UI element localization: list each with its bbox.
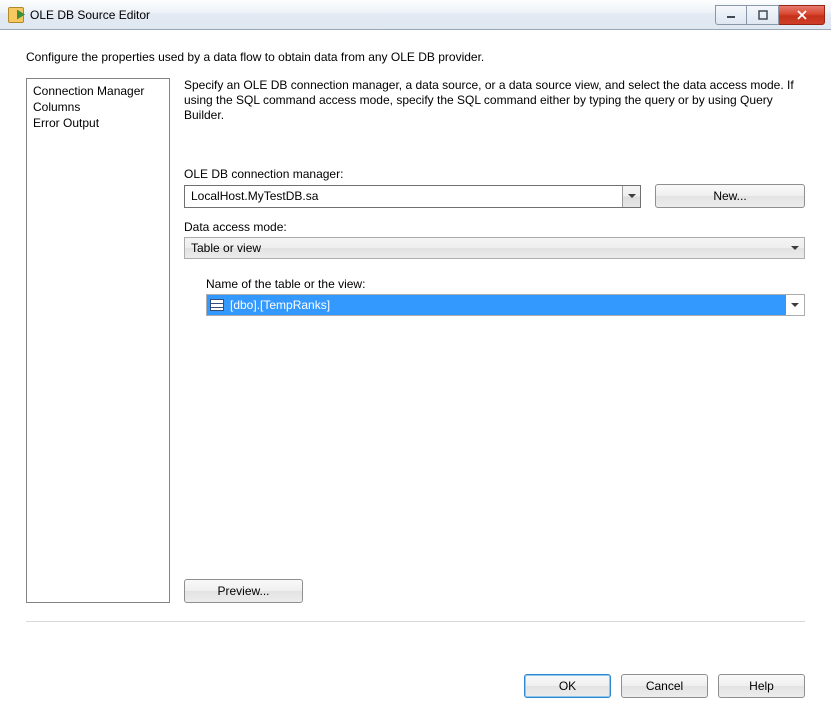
chevron-down-icon[interactable] <box>786 295 804 315</box>
titlebar[interactable]: OLE DB Source Editor <box>0 0 831 30</box>
nav-item-columns[interactable]: Columns <box>33 99 163 115</box>
table-icon <box>210 299 224 311</box>
new-connection-button[interactable]: New... <box>655 184 805 208</box>
window-title: OLE DB Source Editor <box>30 8 715 22</box>
help-button[interactable]: Help <box>718 674 805 698</box>
data-access-mode-dropdown[interactable]: Table or view <box>184 237 805 259</box>
chevron-down-icon[interactable] <box>622 186 640 207</box>
ok-button[interactable]: OK <box>524 674 611 698</box>
app-icon <box>8 7 24 23</box>
nav-item-error-output[interactable]: Error Output <box>33 115 163 131</box>
cancel-button[interactable]: Cancel <box>621 674 708 698</box>
table-name-dropdown[interactable]: [dbo].[TempRanks] <box>206 294 805 316</box>
table-name-value: [dbo].[TempRanks] <box>230 298 330 312</box>
data-access-mode-value: Table or view <box>185 238 786 258</box>
window-controls <box>715 5 825 25</box>
chevron-down-icon[interactable] <box>786 238 804 258</box>
preview-button[interactable]: Preview... <box>184 579 303 603</box>
close-button[interactable] <box>779 5 825 25</box>
nav-item-connection-manager[interactable]: Connection Manager <box>33 83 163 99</box>
connection-manager-dropdown[interactable]: LocalHost.MyTestDB.sa <box>184 185 641 208</box>
table-name-label: Name of the table or the view: <box>206 277 805 291</box>
maximize-button[interactable] <box>747 5 779 25</box>
minimize-button[interactable] <box>715 5 747 25</box>
dialog-description: Configure the properties used by a data … <box>0 30 831 78</box>
separator <box>26 621 805 622</box>
page-instructions: Specify an OLE DB connection manager, a … <box>184 78 805 123</box>
nav-list[interactable]: Connection Manager Columns Error Output <box>26 78 170 603</box>
data-access-mode-label: Data access mode: <box>184 220 805 234</box>
connection-manager-value: LocalHost.MyTestDB.sa <box>185 186 622 207</box>
connection-manager-label: OLE DB connection manager: <box>184 167 805 181</box>
